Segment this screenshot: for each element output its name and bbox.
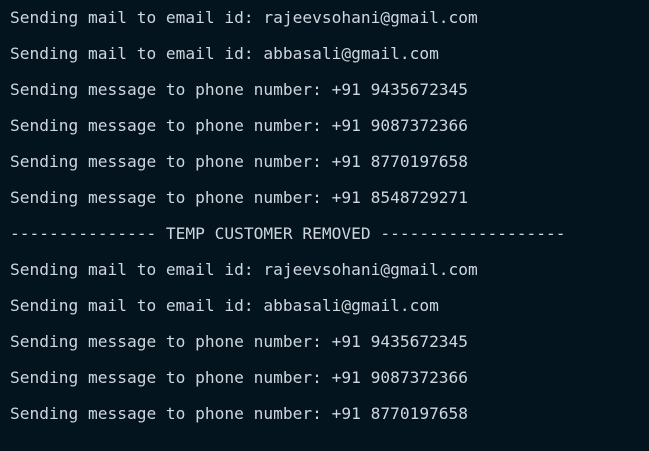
output-line: Sending mail to email id: abbasali@gmail…: [10, 296, 439, 315]
output-line: Sending mail to email id: rajeevsohani@g…: [10, 260, 478, 279]
terminal-output[interactable]: Sending mail to email id: rajeevsohani@g…: [0, 0, 649, 451]
output-line: Sending message to phone number: +91 877…: [10, 404, 469, 423]
output-line: Sending mail to email id: abbasali@gmail…: [10, 44, 439, 63]
output-line: Sending message to phone number: +91 877…: [10, 152, 469, 171]
output-line: Sending message to phone number: +91 854…: [10, 188, 469, 207]
output-line: Sending message to phone number: +91 943…: [10, 80, 469, 99]
separator-line: --------------- TEMP CUSTOMER REMOVED --…: [10, 224, 566, 243]
output-line: Sending message to phone number: +91 908…: [10, 116, 469, 135]
output-line: Sending mail to email id: rajeevsohani@g…: [10, 8, 478, 27]
output-line: Sending message to phone number: +91 943…: [10, 332, 469, 351]
output-line: Sending message to phone number: +91 908…: [10, 368, 469, 387]
